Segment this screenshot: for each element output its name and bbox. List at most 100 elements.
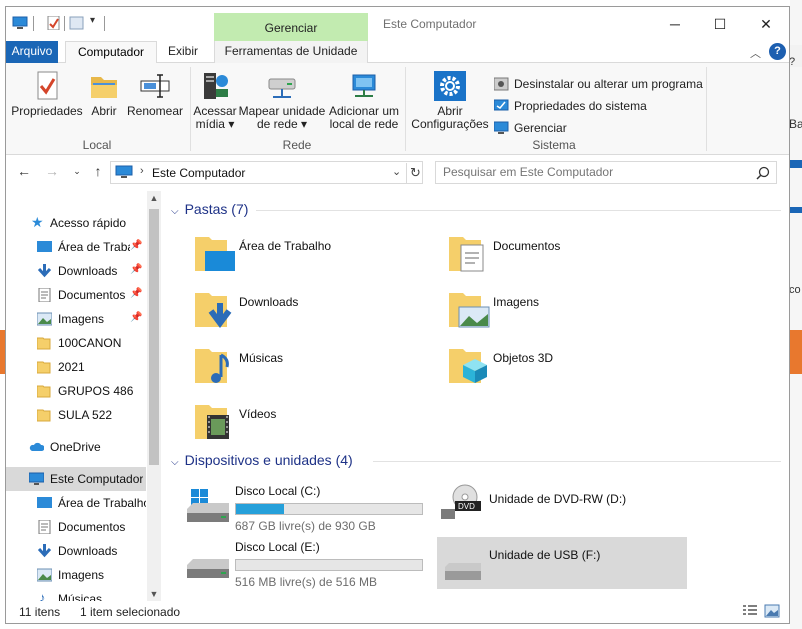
nav-item-folder[interactable]: 100CANON bbox=[6, 331, 146, 355]
nav-item-this-pc[interactable]: Este Computador bbox=[6, 467, 146, 491]
access-media-label-2: mídia ▾ bbox=[195, 117, 235, 131]
nav-label: Documentos bbox=[58, 520, 126, 534]
new-folder-icon[interactable] bbox=[69, 16, 85, 30]
ribbon-tabs: Arquivo Computador Exibir Ferramentas de… bbox=[6, 41, 789, 64]
back-button[interactable]: ← bbox=[14, 163, 34, 179]
folder-tile-3d-objects[interactable]: Objetos 3D bbox=[447, 345, 687, 395]
background-banner bbox=[790, 330, 802, 374]
uninstall-program-button[interactable]: Desinstalar ou alterar um programa bbox=[494, 75, 704, 93]
tab-drive-tools[interactable]: Ferramentas de Unidade bbox=[214, 41, 368, 63]
nav-label: Área de Trabalho bbox=[58, 496, 146, 510]
forward-button[interactable]: → bbox=[42, 163, 62, 179]
folder-tile-pictures[interactable]: Imagens bbox=[447, 289, 687, 339]
programs-icon bbox=[494, 77, 509, 91]
rename-button[interactable]: Renomear bbox=[126, 71, 184, 118]
chevron-down-icon[interactable]: ⌵ bbox=[171, 206, 179, 217]
drive-tile-d[interactable]: DVD Unidade de DVD-RW (D:) bbox=[437, 479, 687, 531]
folder-tile-desktop[interactable]: Área de Trabalho bbox=[193, 233, 433, 283]
videos-folder-icon bbox=[195, 405, 229, 439]
folder-tile-documents[interactable]: Documentos bbox=[447, 233, 687, 283]
search-icon[interactable] bbox=[756, 166, 770, 180]
properties-button[interactable]: Propriedades bbox=[11, 71, 83, 118]
nav-scrollbar[interactable]: ▲ ▼ bbox=[147, 191, 161, 601]
nav-quick-access[interactable]: ★ Acesso rápido bbox=[6, 211, 146, 235]
recent-locations-button[interactable]: ⌄ bbox=[67, 166, 87, 177]
nav-item-desktop[interactable]: Área de Traba 📌 bbox=[6, 235, 146, 259]
drive-tile-c[interactable]: Disco Local (C:) 687 GB livre(s) de 930 … bbox=[183, 479, 433, 533]
nav-label: SULA 522 bbox=[58, 408, 113, 422]
nav-item-folder[interactable]: SULA 522 bbox=[6, 403, 146, 427]
access-media-button[interactable]: Acessar mídia ▾ bbox=[193, 71, 237, 131]
folder-tile-videos[interactable]: Vídeos bbox=[193, 401, 433, 451]
nav-item-folder[interactable]: GRUPOS 486 bbox=[6, 379, 146, 403]
map-network-drive-button[interactable]: Mapear unidade de rede ▾ bbox=[238, 71, 326, 131]
details-view-icon[interactable] bbox=[742, 604, 758, 618]
search-input[interactable] bbox=[443, 165, 743, 179]
nav-label: 2021 bbox=[58, 360, 85, 374]
background-bar bbox=[790, 160, 802, 168]
drive-name: Unidade de USB (F:) bbox=[489, 548, 601, 562]
maximize-button[interactable]: ☐ bbox=[697, 13, 743, 37]
address-bar[interactable]: › Este Computador ⌄ ↻ bbox=[110, 161, 423, 184]
3d-objects-folder-icon bbox=[449, 349, 487, 383]
window-title: Este Computador bbox=[383, 17, 477, 31]
tab-view[interactable]: Exibir bbox=[161, 41, 205, 63]
chevron-down-icon[interactable]: ⌄ bbox=[392, 165, 401, 178]
drive-usage-fill bbox=[236, 504, 285, 514]
nav-item-documents[interactable]: Documentos 📌 bbox=[6, 283, 146, 307]
nav-item-desktop[interactable]: Área de Trabalho bbox=[6, 491, 146, 515]
item-count: 11 itens bbox=[19, 605, 61, 619]
folder-icon bbox=[37, 337, 51, 350]
breadcrumb-chevron-icon[interactable]: › bbox=[140, 165, 144, 177]
drive-free-space: 687 GB livre(s) de 930 GB bbox=[235, 519, 376, 533]
system-properties-button[interactable]: Propriedades do sistema bbox=[494, 97, 694, 115]
desktop-icon bbox=[37, 497, 52, 508]
open-settings-button[interactable]: Abrir Configurações bbox=[409, 71, 491, 131]
tab-computer[interactable]: Computador bbox=[65, 41, 157, 64]
tab-file[interactable]: Arquivo bbox=[6, 41, 58, 63]
drive-tile-f[interactable]: Unidade de USB (F:) bbox=[437, 537, 687, 589]
section-header-folders[interactable]: ⌵ Pastas (7) bbox=[171, 201, 248, 217]
open-button[interactable]: Abrir bbox=[86, 71, 122, 118]
minimize-button[interactable]: ─ bbox=[652, 13, 698, 37]
drive-tile-e[interactable]: Disco Local (E:) 516 MB livre(s) de 516 … bbox=[183, 535, 433, 589]
nav-item-downloads[interactable]: Downloads 📌 bbox=[6, 259, 146, 283]
breadcrumb[interactable]: Este Computador bbox=[152, 166, 245, 180]
nav-item-pictures[interactable]: Imagens 📌 bbox=[6, 307, 146, 331]
pictures-folder-icon bbox=[449, 293, 490, 328]
add-network-location-button[interactable]: Adicionar um local de rede bbox=[327, 71, 401, 131]
folder-label: Vídeos bbox=[239, 407, 277, 421]
chevron-down-icon[interactable]: ⌵ bbox=[171, 457, 179, 468]
scroll-up-icon[interactable]: ▲ bbox=[147, 193, 161, 203]
downloads-folder-icon bbox=[195, 293, 232, 328]
nav-item-documents[interactable]: Documentos bbox=[6, 515, 146, 539]
image-icon bbox=[37, 568, 52, 582]
scroll-down-icon[interactable]: ▼ bbox=[147, 589, 161, 599]
nav-item-folder[interactable]: 2021 bbox=[6, 355, 146, 379]
documents-folder-icon bbox=[449, 237, 484, 272]
up-button[interactable]: ↑ bbox=[88, 163, 108, 179]
large-icons-view-icon[interactable] bbox=[764, 604, 780, 618]
search-box[interactable] bbox=[435, 161, 777, 184]
manage-button[interactable]: Gerenciar bbox=[494, 119, 614, 137]
nav-item-onedrive[interactable]: OneDrive bbox=[6, 435, 146, 459]
computer-icon bbox=[115, 165, 133, 178]
collapse-ribbon-icon[interactable]: ︿ bbox=[750, 45, 761, 61]
download-icon bbox=[37, 264, 52, 278]
drive-name: Disco Local (E:) bbox=[235, 540, 320, 554]
nav-item-downloads[interactable]: Downloads bbox=[6, 539, 146, 563]
section-header-devices[interactable]: ⌵ Dispositivos e unidades (4) bbox=[171, 452, 353, 468]
scrollbar-thumb[interactable] bbox=[149, 209, 159, 465]
nav-item-pictures[interactable]: Imagens bbox=[6, 563, 146, 587]
folder-icon bbox=[37, 385, 51, 398]
nav-label: OneDrive bbox=[50, 440, 101, 454]
open-label: Abrir bbox=[91, 104, 117, 118]
folder-tile-downloads[interactable]: Downloads bbox=[193, 289, 433, 339]
help-icon[interactable]: ? bbox=[769, 43, 786, 60]
close-button[interactable]: ✕ bbox=[743, 13, 789, 37]
folder-tile-music[interactable]: Músicas bbox=[193, 345, 433, 395]
refresh-button[interactable]: ↻ bbox=[406, 163, 424, 183]
properties-check-icon[interactable] bbox=[46, 16, 62, 30]
pin-icon: 📌 bbox=[130, 312, 143, 323]
group-label-network: Rede bbox=[282, 138, 312, 152]
